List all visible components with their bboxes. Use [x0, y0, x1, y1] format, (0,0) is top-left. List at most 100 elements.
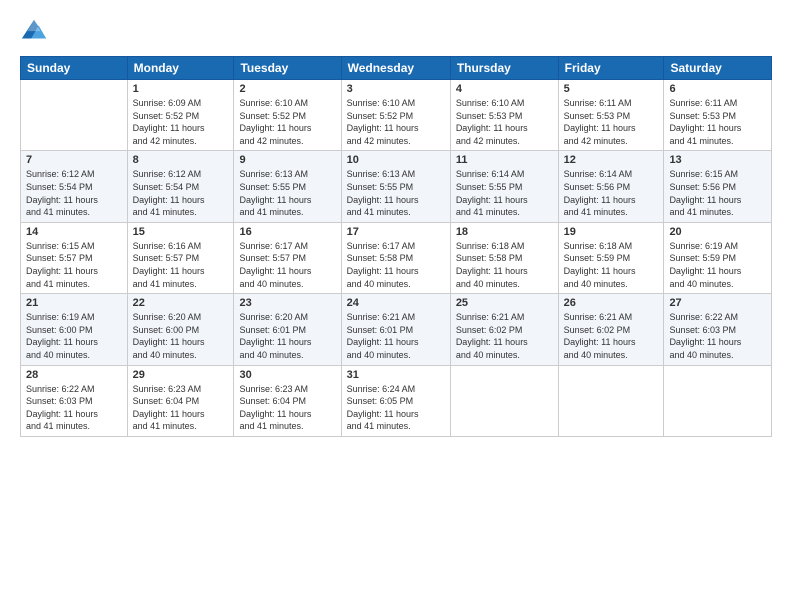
- cell-content: Sunrise: 6:21 AM Sunset: 6:02 PM Dayligh…: [564, 311, 659, 361]
- day-number: 12: [564, 154, 659, 166]
- cell-content: Sunrise: 6:17 AM Sunset: 5:58 PM Dayligh…: [347, 240, 445, 290]
- day-number: 28: [26, 369, 122, 381]
- day-number: 21: [26, 297, 122, 309]
- cell-content: Sunrise: 6:10 AM Sunset: 5:52 PM Dayligh…: [347, 97, 445, 147]
- calendar-cell: 21Sunrise: 6:19 AM Sunset: 6:00 PM Dayli…: [21, 294, 128, 365]
- day-number: 30: [239, 369, 335, 381]
- calendar-cell: 11 Sunrise: 6:14 AM Sunset: 5:55 PM Dayli…: [450, 151, 558, 222]
- calendar-cell: 8 Sunrise: 6:12 AM Sunset: 5:54 PM Daylig…: [127, 151, 234, 222]
- day-header-wednesday: Wednesday: [341, 57, 450, 80]
- day-header-sunday: Sunday: [21, 57, 128, 80]
- day-number: 31: [347, 369, 445, 381]
- day-number: 19: [564, 226, 659, 238]
- cell-content: Sunrise: 6:10 AM Sunset: 5:52 PM Dayligh…: [239, 97, 335, 147]
- cell-content: Sunrise: 6:15 AM Sunset: 5:57 PM Dayligh…: [26, 240, 122, 290]
- calendar-cell: 3 Sunrise: 6:10 AM Sunset: 5:52 PM Daylig…: [341, 80, 450, 151]
- day-number: 8: [133, 154, 229, 166]
- calendar-cell: 14 Sunrise: 6:15 AM Sunset: 5:57 PM Dayli…: [21, 222, 128, 293]
- calendar-cell: 9Sunrise: 6:13 AM Sunset: 5:55 PM Daylig…: [234, 151, 341, 222]
- cell-content: Sunrise: 6:21 AM Sunset: 6:01 PM Dayligh…: [347, 311, 445, 361]
- cell-content: Sunrise: 6:13 AM Sunset: 5:55 PM Dayligh…: [239, 168, 335, 218]
- calendar-cell: [558, 365, 664, 436]
- day-number: 15: [133, 226, 229, 238]
- cell-content: Sunrise: 6:22 AM Sunset: 6:03 PM Dayligh…: [669, 311, 766, 361]
- calendar-cell: 17 Sunrise: 6:17 AM Sunset: 5:58 PM Dayli…: [341, 222, 450, 293]
- calendar-cell: 31 Sunrise: 6:24 AM Sunset: 6:05 PM Dayli…: [341, 365, 450, 436]
- day-header-tuesday: Tuesday: [234, 57, 341, 80]
- day-number: 22: [133, 297, 229, 309]
- cell-content: Sunrise: 6:11 AM Sunset: 5:53 PM Dayligh…: [669, 97, 766, 147]
- day-number: 2: [239, 83, 335, 95]
- calendar-cell: 12 Sunrise: 6:14 AM Sunset: 5:56 PM Dayli…: [558, 151, 664, 222]
- day-number: 20: [669, 226, 766, 238]
- cell-content: Sunrise: 6:09 AM Sunset: 5:52 PM Dayligh…: [133, 97, 229, 147]
- day-number: 5: [564, 83, 659, 95]
- cell-content: Sunrise: 6:10 AM Sunset: 5:53 PM Dayligh…: [456, 97, 553, 147]
- day-number: 4: [456, 83, 553, 95]
- week-row-2: 7 Sunrise: 6:12 AM Sunset: 5:54 PM Daylig…: [21, 151, 772, 222]
- day-number: 24: [347, 297, 445, 309]
- calendar-cell: [450, 365, 558, 436]
- cell-content: Sunrise: 6:18 AM Sunset: 5:59 PM Dayligh…: [564, 240, 659, 290]
- calendar-cell: 22 Sunrise: 6:20 AM Sunset: 6:00 PM Dayli…: [127, 294, 234, 365]
- calendar-cell: 15 Sunrise: 6:16 AM Sunset: 5:57 PM Dayli…: [127, 222, 234, 293]
- calendar-cell: 30 Sunrise: 6:23 AM Sunset: 6:04 PM Dayli…: [234, 365, 341, 436]
- cell-content: Sunrise: 6:20 AM Sunset: 6:01 PM Dayligh…: [239, 311, 335, 361]
- day-number: 10: [347, 154, 445, 166]
- cell-content: Sunrise: 6:20 AM Sunset: 6:00 PM Dayligh…: [133, 311, 229, 361]
- page: SundayMondayTuesdayWednesdayThursdayFrid…: [0, 0, 792, 612]
- day-number: 17: [347, 226, 445, 238]
- cell-content: Sunrise: 6:21 AM Sunset: 6:02 PM Dayligh…: [456, 311, 553, 361]
- week-row-4: 21Sunrise: 6:19 AM Sunset: 6:00 PM Dayli…: [21, 294, 772, 365]
- day-number: 26: [564, 297, 659, 309]
- week-row-3: 14 Sunrise: 6:15 AM Sunset: 5:57 PM Dayli…: [21, 222, 772, 293]
- calendar-cell: 2 Sunrise: 6:10 AM Sunset: 5:52 PM Daylig…: [234, 80, 341, 151]
- cell-content: Sunrise: 6:12 AM Sunset: 5:54 PM Dayligh…: [133, 168, 229, 218]
- calendar-cell: 28 Sunrise: 6:22 AM Sunset: 6:03 PM Dayli…: [21, 365, 128, 436]
- calendar-cell: 6 Sunrise: 6:11 AM Sunset: 5:53 PM Daylig…: [664, 80, 772, 151]
- cell-content: Sunrise: 6:23 AM Sunset: 6:04 PM Dayligh…: [239, 383, 335, 433]
- calendar-cell: 5 Sunrise: 6:11 AM Sunset: 5:53 PM Daylig…: [558, 80, 664, 151]
- day-number: 27: [669, 297, 766, 309]
- week-row-5: 28 Sunrise: 6:22 AM Sunset: 6:03 PM Dayli…: [21, 365, 772, 436]
- calendar-cell: 29 Sunrise: 6:23 AM Sunset: 6:04 PM Dayli…: [127, 365, 234, 436]
- cell-content: Sunrise: 6:11 AM Sunset: 5:53 PM Dayligh…: [564, 97, 659, 147]
- day-number: 13: [669, 154, 766, 166]
- day-number: 29: [133, 369, 229, 381]
- cell-content: Sunrise: 6:13 AM Sunset: 5:55 PM Dayligh…: [347, 168, 445, 218]
- calendar-cell: [664, 365, 772, 436]
- calendar-cell: [21, 80, 128, 151]
- day-number: 7: [26, 154, 122, 166]
- header: [20, 18, 772, 46]
- calendar: SundayMondayTuesdayWednesdayThursdayFrid…: [20, 56, 772, 437]
- cell-content: Sunrise: 6:15 AM Sunset: 5:56 PM Dayligh…: [669, 168, 766, 218]
- calendar-cell: 27 Sunrise: 6:22 AM Sunset: 6:03 PM Dayli…: [664, 294, 772, 365]
- calendar-cell: 26 Sunrise: 6:21 AM Sunset: 6:02 PM Dayli…: [558, 294, 664, 365]
- calendar-cell: 24 Sunrise: 6:21 AM Sunset: 6:01 PM Dayli…: [341, 294, 450, 365]
- day-header-friday: Friday: [558, 57, 664, 80]
- cell-content: Sunrise: 6:18 AM Sunset: 5:58 PM Dayligh…: [456, 240, 553, 290]
- calendar-cell: 1 Sunrise: 6:09 AM Sunset: 5:52 PM Daylig…: [127, 80, 234, 151]
- day-number: 23: [239, 297, 335, 309]
- calendar-cell: 16Sunrise: 6:17 AM Sunset: 5:57 PM Dayli…: [234, 222, 341, 293]
- day-number: 11: [456, 154, 553, 166]
- day-header-thursday: Thursday: [450, 57, 558, 80]
- calendar-cell: 25Sunrise: 6:21 AM Sunset: 6:02 PM Dayli…: [450, 294, 558, 365]
- day-number: 6: [669, 83, 766, 95]
- day-number: 14: [26, 226, 122, 238]
- cell-content: Sunrise: 6:22 AM Sunset: 6:03 PM Dayligh…: [26, 383, 122, 433]
- day-number: 18: [456, 226, 553, 238]
- cell-content: Sunrise: 6:23 AM Sunset: 6:04 PM Dayligh…: [133, 383, 229, 433]
- cell-content: Sunrise: 6:16 AM Sunset: 5:57 PM Dayligh…: [133, 240, 229, 290]
- day-number: 3: [347, 83, 445, 95]
- day-number: 1: [133, 83, 229, 95]
- cell-content: Sunrise: 6:19 AM Sunset: 5:59 PM Dayligh…: [669, 240, 766, 290]
- calendar-cell: 13 Sunrise: 6:15 AM Sunset: 5:56 PM Dayli…: [664, 151, 772, 222]
- day-header-saturday: Saturday: [664, 57, 772, 80]
- cell-content: Sunrise: 6:24 AM Sunset: 6:05 PM Dayligh…: [347, 383, 445, 433]
- cell-content: Sunrise: 6:14 AM Sunset: 5:55 PM Dayligh…: [456, 168, 553, 218]
- cell-content: Sunrise: 6:14 AM Sunset: 5:56 PM Dayligh…: [564, 168, 659, 218]
- cell-content: Sunrise: 6:17 AM Sunset: 5:57 PM Dayligh…: [239, 240, 335, 290]
- calendar-cell: 20 Sunrise: 6:19 AM Sunset: 5:59 PM Dayli…: [664, 222, 772, 293]
- calendar-cell: 7Sunrise: 6:12 AM Sunset: 5:54 PM Daylig…: [21, 151, 128, 222]
